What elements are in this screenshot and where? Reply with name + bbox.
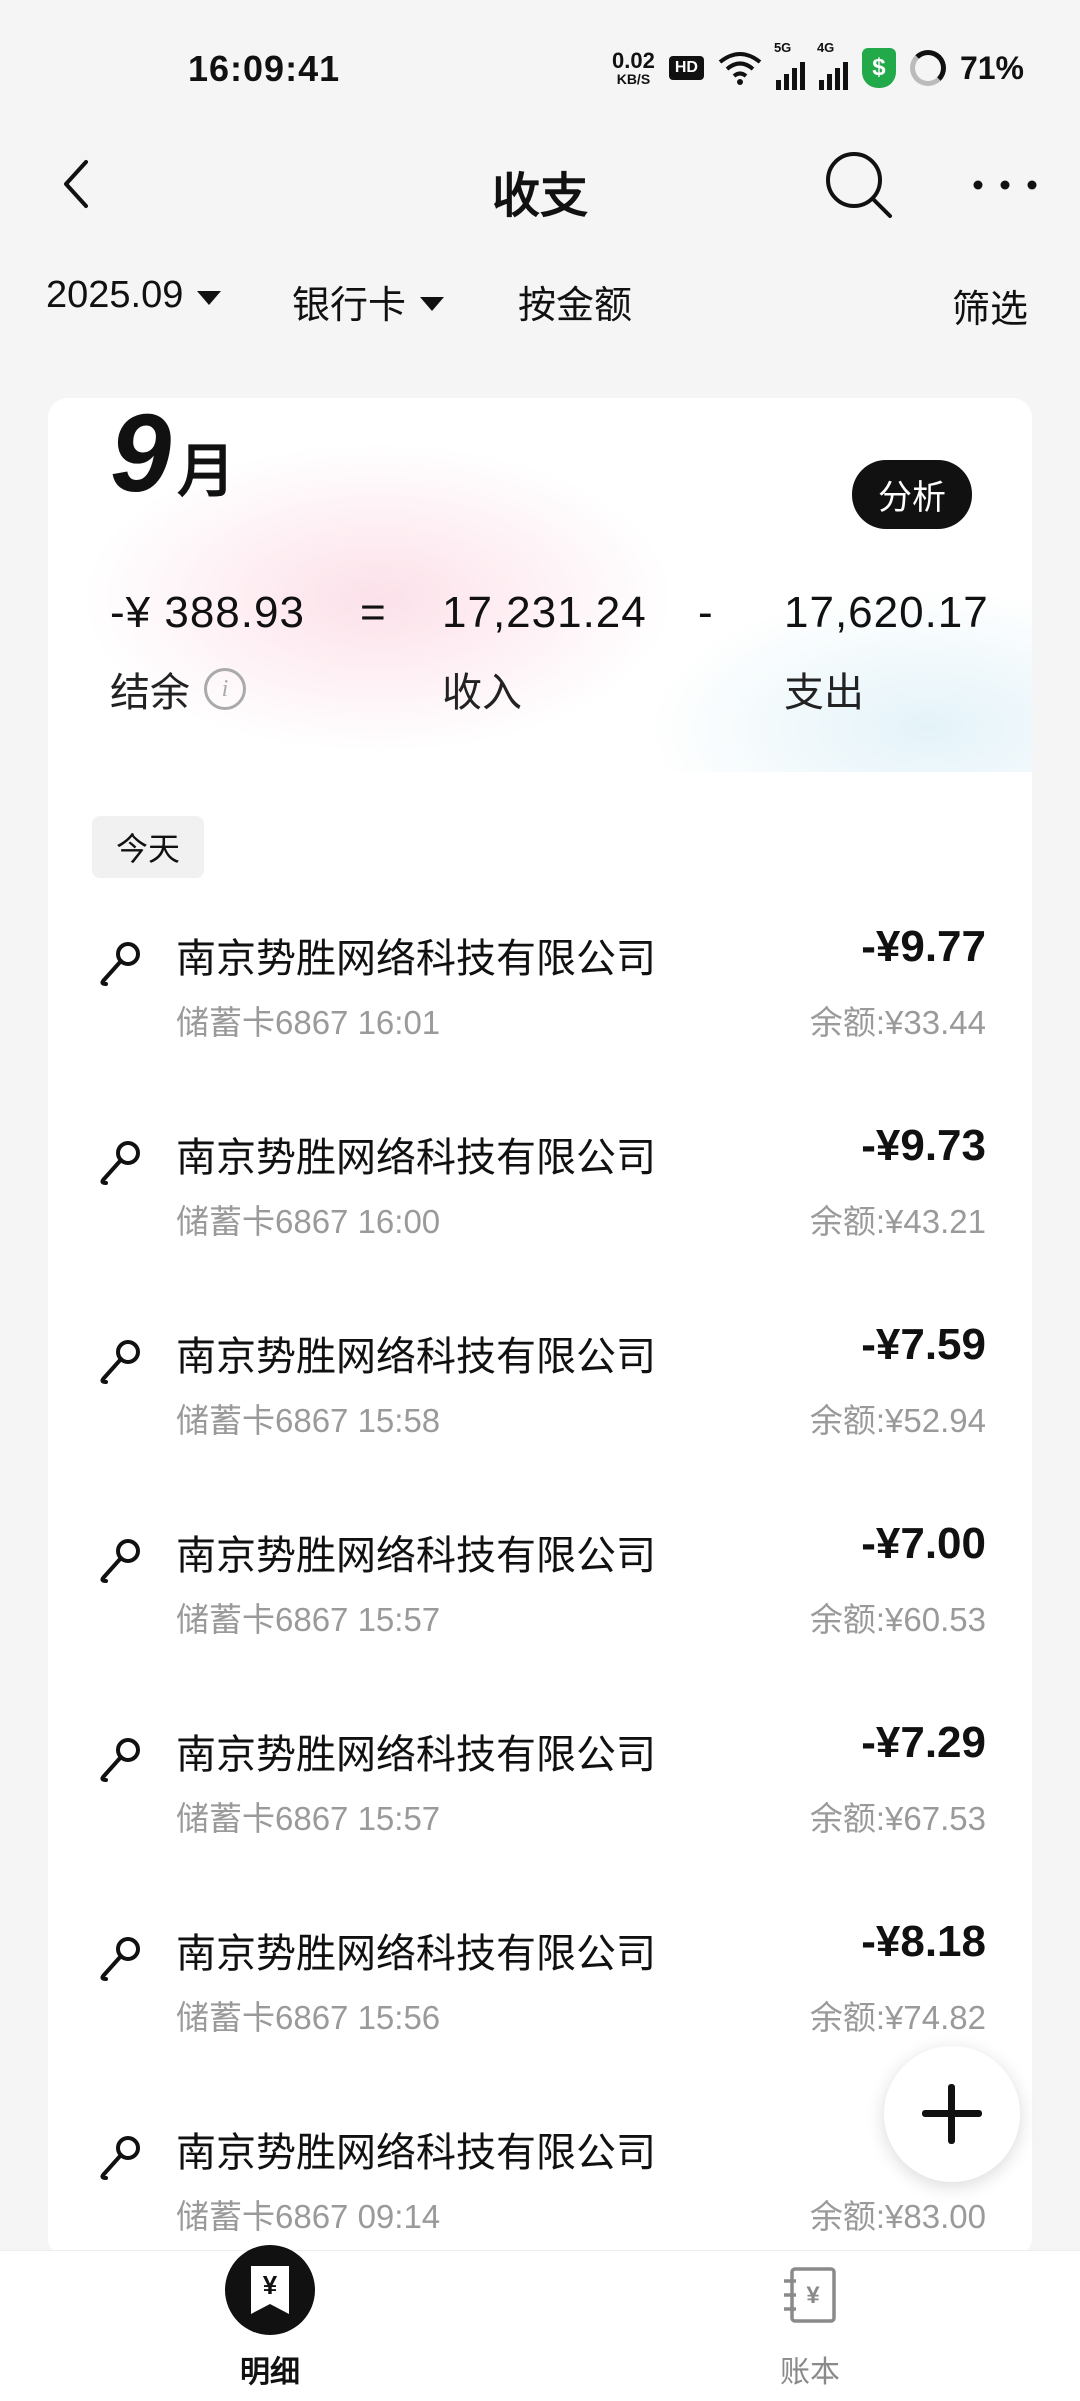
speed-unit: KB/S bbox=[616, 71, 651, 87]
transactions-card: 9 月 分析 -¥ 388.93 = 17,231.24 - 17,620.17… bbox=[48, 398, 1032, 2258]
app-header: 收支 bbox=[0, 130, 1080, 240]
tab-details[interactable]: ¥ 明细 bbox=[160, 2245, 380, 2401]
transaction-row[interactable]: 南京势胜网络科技有限公司储蓄卡6867 15:58 -¥7.59 余额:¥52.94 bbox=[48, 1314, 1032, 1474]
status-bar: 16:09:41 0.02 KB/S HD 5G 4G $ 71% bbox=[0, 0, 1080, 130]
income-value: 17,231.24 bbox=[442, 588, 647, 637]
wifi-icon bbox=[718, 52, 762, 85]
battery-ring-icon bbox=[909, 50, 946, 86]
balance-label: 结余 bbox=[110, 671, 190, 715]
signal-4g-icon: 4G bbox=[817, 40, 848, 90]
tab-ledger-label: 账本 bbox=[780, 2356, 840, 2389]
minus-sign: - bbox=[698, 588, 714, 637]
tab-details-label: 明细 bbox=[240, 2356, 300, 2389]
merchant-name: 南京势胜网络科技有限公司 bbox=[176, 937, 656, 981]
details-tab-icon: ¥ bbox=[225, 2245, 315, 2335]
card-and-time: 储蓄卡6867 16:00 bbox=[176, 1203, 441, 1240]
merchant-name: 南京势胜网络科技有限公司 bbox=[176, 1335, 656, 1379]
remaining-balance: 余额:¥33.44 bbox=[809, 1004, 986, 1041]
signal-5g-icon: 5G bbox=[774, 40, 805, 90]
remaining-balance: 余额:¥43.21 bbox=[809, 1203, 986, 1240]
microphone-icon bbox=[96, 1933, 146, 1983]
microphone-icon bbox=[96, 1336, 146, 1386]
page-title: 收支 bbox=[491, 170, 588, 223]
analyze-button[interactable]: 分析 bbox=[852, 460, 972, 529]
remaining-balance: 余额:¥83.00 bbox=[809, 2198, 986, 2235]
tab-ledger[interactable]: ¥ 账本 bbox=[700, 2251, 920, 2401]
info-icon[interactable]: i bbox=[204, 668, 246, 710]
receipt-icon: ¥ bbox=[251, 2266, 289, 2314]
month-summary: 9 月 分析 -¥ 388.93 = 17,231.24 - 17,620.17… bbox=[48, 398, 1032, 772]
card-and-time: 储蓄卡6867 16:01 bbox=[176, 1004, 441, 1041]
income-label: 收入 bbox=[442, 671, 522, 715]
month-unit: 月 bbox=[177, 439, 236, 504]
merchant-name: 南京势胜网络科技有限公司 bbox=[176, 1534, 656, 1578]
ledger-icon: ¥ bbox=[784, 2267, 836, 2323]
card-and-time: 储蓄卡6867 15:56 bbox=[176, 1999, 441, 2036]
bottom-nav: ¥ 明细 ¥ 账本 bbox=[0, 2245, 1080, 2401]
month-heading: 9 月 bbox=[110, 398, 235, 517]
remaining-balance: 余额:¥67.53 bbox=[809, 1800, 986, 1837]
account-filter-label: 银行卡 bbox=[292, 285, 407, 327]
expense-label: 支出 bbox=[784, 671, 864, 715]
transaction-row[interactable]: 南京势胜网络科技有限公司储蓄卡6867 15:57 -¥7.29 余额:¥67.53 bbox=[48, 1712, 1032, 1872]
microphone-icon bbox=[96, 938, 146, 988]
transaction-amount: -¥7.00 bbox=[861, 1519, 986, 1568]
sort-label: 按金额 bbox=[518, 285, 633, 327]
filter-bar: 2025.09 银行卡 按金额 筛选 bbox=[0, 266, 1080, 336]
search-icon[interactable] bbox=[820, 146, 896, 222]
dropdown-arrow-icon bbox=[420, 296, 445, 311]
remaining-balance: 余额:¥60.53 bbox=[809, 1601, 986, 1638]
network-speed: 0.02 KB/S bbox=[612, 48, 655, 87]
merchant-name: 南京势胜网络科技有限公司 bbox=[176, 1733, 656, 1777]
merchant-name: 南京势胜网络科技有限公司 bbox=[176, 1136, 656, 1180]
status-icons: 0.02 KB/S HD 5G 4G $ 71% bbox=[612, 40, 1024, 90]
expense-value: 17,620.17 bbox=[784, 588, 989, 637]
balance-label-group: 结余 i bbox=[110, 660, 246, 718]
yen-glyph: ¥ bbox=[263, 2270, 278, 2300]
microphone-icon bbox=[96, 1734, 146, 1784]
transaction-amount: -¥9.77 bbox=[861, 922, 986, 971]
speed-value: 0.02 bbox=[612, 48, 655, 73]
card-and-time: 储蓄卡6867 15:58 bbox=[176, 1402, 441, 1439]
equals-sign: = bbox=[360, 588, 387, 637]
transaction-row[interactable]: 南京势胜网络科技有限公司储蓄卡6867 09:14-¥余额:¥83.00 bbox=[48, 2110, 1032, 2258]
more-options-icon[interactable] bbox=[970, 160, 1040, 210]
transaction-row[interactable]: 南京势胜网络科技有限公司储蓄卡6867 16:01 -¥9.77 余额:¥33.44 bbox=[48, 916, 1032, 1076]
filter-label: 筛选 bbox=[952, 289, 1029, 331]
card-and-time: 储蓄卡6867 15:57 bbox=[176, 1800, 441, 1837]
transaction-row[interactable]: 南京势胜网络科技有限公司储蓄卡6867 15:56 -¥8.18 余额:¥74.82 bbox=[48, 1911, 1032, 2071]
transaction-row[interactable]: 南京势胜网络科技有限公司储蓄卡6867 15:57 -¥7.00 余额:¥60.53 bbox=[48, 1513, 1032, 1673]
remaining-balance: 余额:¥52.94 bbox=[809, 1402, 986, 1439]
account-filter[interactable]: 银行卡 bbox=[292, 274, 445, 329]
yen-glyph: ¥ bbox=[806, 2282, 820, 2309]
transaction-amount: -¥9.73 bbox=[861, 1121, 986, 1170]
remaining-balance: 余额:¥74.82 bbox=[809, 1999, 986, 2036]
microphone-icon bbox=[96, 1137, 146, 1187]
card-and-time: 储蓄卡6867 15:57 bbox=[176, 1601, 441, 1638]
transaction-row[interactable]: 南京势胜网络科技有限公司储蓄卡6867 16:00 -¥9.73 余额:¥43.21 bbox=[48, 1115, 1032, 1275]
filter-button[interactable]: 筛选 bbox=[952, 278, 1028, 333]
microphone-icon bbox=[96, 1535, 146, 1585]
hd-icon: HD bbox=[668, 56, 704, 80]
security-shield-icon: $ bbox=[861, 48, 896, 88]
month-number: 9 bbox=[110, 398, 171, 515]
month-filter-label: 2025.09 bbox=[46, 274, 184, 316]
merchant-name: 南京势胜网络科技有限公司 bbox=[176, 2131, 656, 2175]
microphone-icon bbox=[96, 2132, 146, 2182]
balance-value: -¥ 388.93 bbox=[110, 588, 305, 637]
battery-percent: 71% bbox=[959, 49, 1024, 86]
transaction-amount: -¥7.59 bbox=[861, 1320, 986, 1369]
card-and-time: 储蓄卡6867 09:14 bbox=[176, 2198, 441, 2235]
month-filter[interactable]: 2025.09 bbox=[46, 274, 222, 317]
add-record-button[interactable] bbox=[884, 2046, 1020, 2182]
transaction-amount: -¥8.18 bbox=[861, 1917, 986, 1966]
status-time: 16:09:41 bbox=[188, 48, 341, 89]
transaction-amount: -¥7.29 bbox=[861, 1718, 986, 1767]
dropdown-arrow-icon bbox=[197, 290, 222, 305]
sort-by-amount[interactable]: 按金额 bbox=[518, 274, 632, 329]
merchant-name: 南京势胜网络科技有限公司 bbox=[176, 1932, 656, 1976]
day-label: 今天 bbox=[92, 816, 205, 878]
